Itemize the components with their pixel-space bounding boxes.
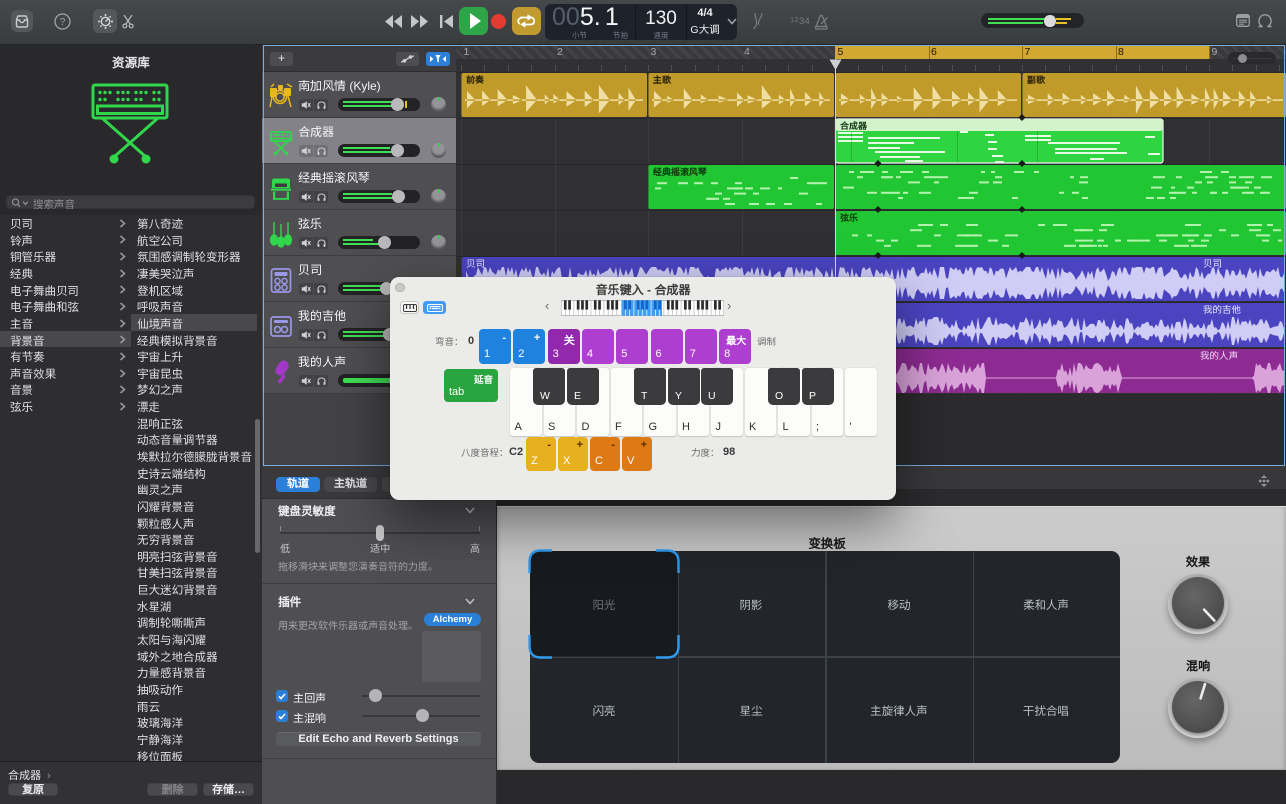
svg-text:我的人声: 我的人声	[1200, 348, 1239, 362]
svg-text:经典摇滚风琴: 经典摇滚风琴	[653, 165, 708, 178]
svg-text:弦乐: 弦乐	[840, 211, 858, 224]
svg-text:?: ?	[60, 17, 66, 28]
svg-text:前奏: 前奏	[465, 73, 484, 86]
svg-text:主歌: 主歌	[653, 73, 672, 86]
svg-text:贝司: 贝司	[466, 256, 485, 270]
svg-text:我的吉他: 我的吉他	[1203, 302, 1242, 316]
svg-text:合成器: 合成器	[839, 119, 868, 132]
svg-text:副歌: 副歌	[1027, 73, 1046, 86]
svg-text:贝司: 贝司	[1203, 256, 1222, 270]
